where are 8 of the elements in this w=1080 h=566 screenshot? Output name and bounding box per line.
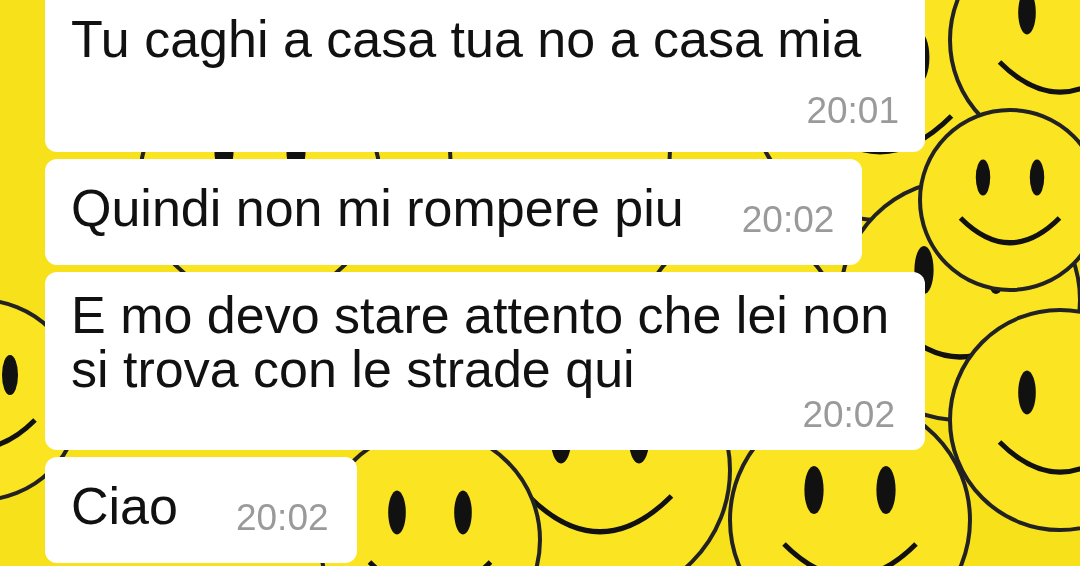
message-text: Tu caghi a casa tua no a casa mia [71,12,863,66]
message-time: 20:02 [741,199,835,240]
message-text: Ciao [71,479,178,533]
message-text: Quindi non mi rompere piu [71,181,684,235]
message-time: 20:01 [806,90,899,131]
message-time: 20:02 [235,497,329,538]
message-time: 20:02 [802,394,895,435]
message-text: E mo devo stare attento che lei non si trova con le strade qui [71,288,891,396]
